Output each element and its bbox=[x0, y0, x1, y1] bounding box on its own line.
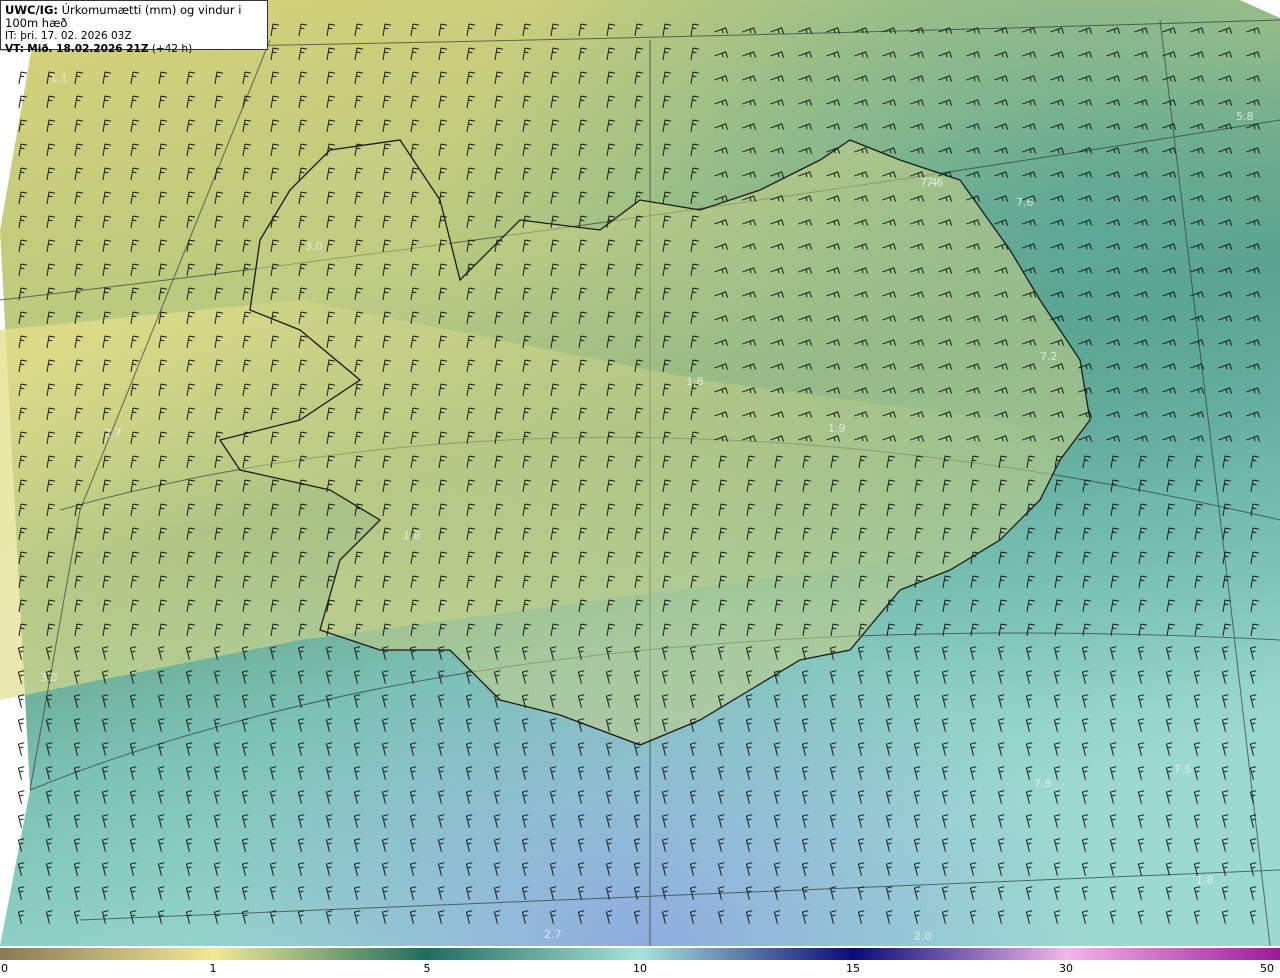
scale-tick-label: 15 bbox=[846, 962, 860, 975]
scale-tick-label: 50 bbox=[1260, 962, 1274, 975]
map-value-label: 3.0 bbox=[305, 240, 323, 253]
map-value-label: 7.2 bbox=[1040, 350, 1058, 363]
color-scale-bar bbox=[0, 948, 1280, 960]
precipitation-wind-map[interactable]: 1.15.83.07.67.67.21.81.92.71.83.07.97.52… bbox=[0, 0, 1280, 946]
scale-tick-label: 1 bbox=[209, 962, 217, 975]
it-label: IT: bbox=[5, 30, 17, 42]
map-value-label: 2.7 bbox=[544, 928, 562, 941]
map-value-label: 2.0 bbox=[914, 930, 932, 943]
vt-label: VT: bbox=[5, 43, 24, 55]
model-label: UWC/IG: bbox=[5, 3, 58, 17]
scale-tick-label: 10 bbox=[633, 962, 647, 975]
it-value: þri. 17. 02. 2026 03Z bbox=[20, 30, 132, 42]
map-value-label: 3.0 bbox=[40, 671, 58, 684]
vt-value: Mið. 18.02.2026 21Z bbox=[27, 43, 149, 55]
map-value-label: 1.8 bbox=[1196, 874, 1214, 887]
map-value-label: 2.7 bbox=[104, 427, 122, 440]
map-value-label: 7.5 bbox=[1174, 763, 1192, 776]
map-value-label: 1.8 bbox=[686, 375, 704, 388]
map-value-label: 7.6 bbox=[1016, 196, 1034, 209]
scale-tick-label: 30 bbox=[1059, 962, 1073, 975]
info-box: UWC/IG: Úrkomumætti (mm) og vindur i 100… bbox=[0, 0, 268, 55]
map-value-label: 1.1 bbox=[50, 72, 68, 85]
map-value-label: 7.9 bbox=[1034, 777, 1052, 790]
scale-tick-label: 0 bbox=[1, 962, 8, 975]
map-value-label: 1.9 bbox=[828, 422, 846, 435]
scale-tick-label: 5 bbox=[423, 962, 431, 975]
map-value-label: 1.8 bbox=[403, 529, 421, 542]
map-value-label: 5.8 bbox=[1236, 110, 1254, 123]
vt-offset: (+42 h) bbox=[151, 43, 193, 55]
map-value-label: 7.4 bbox=[920, 176, 938, 189]
color-scale-labels: 0 1 5 10 15 30 50 bbox=[0, 962, 1280, 978]
